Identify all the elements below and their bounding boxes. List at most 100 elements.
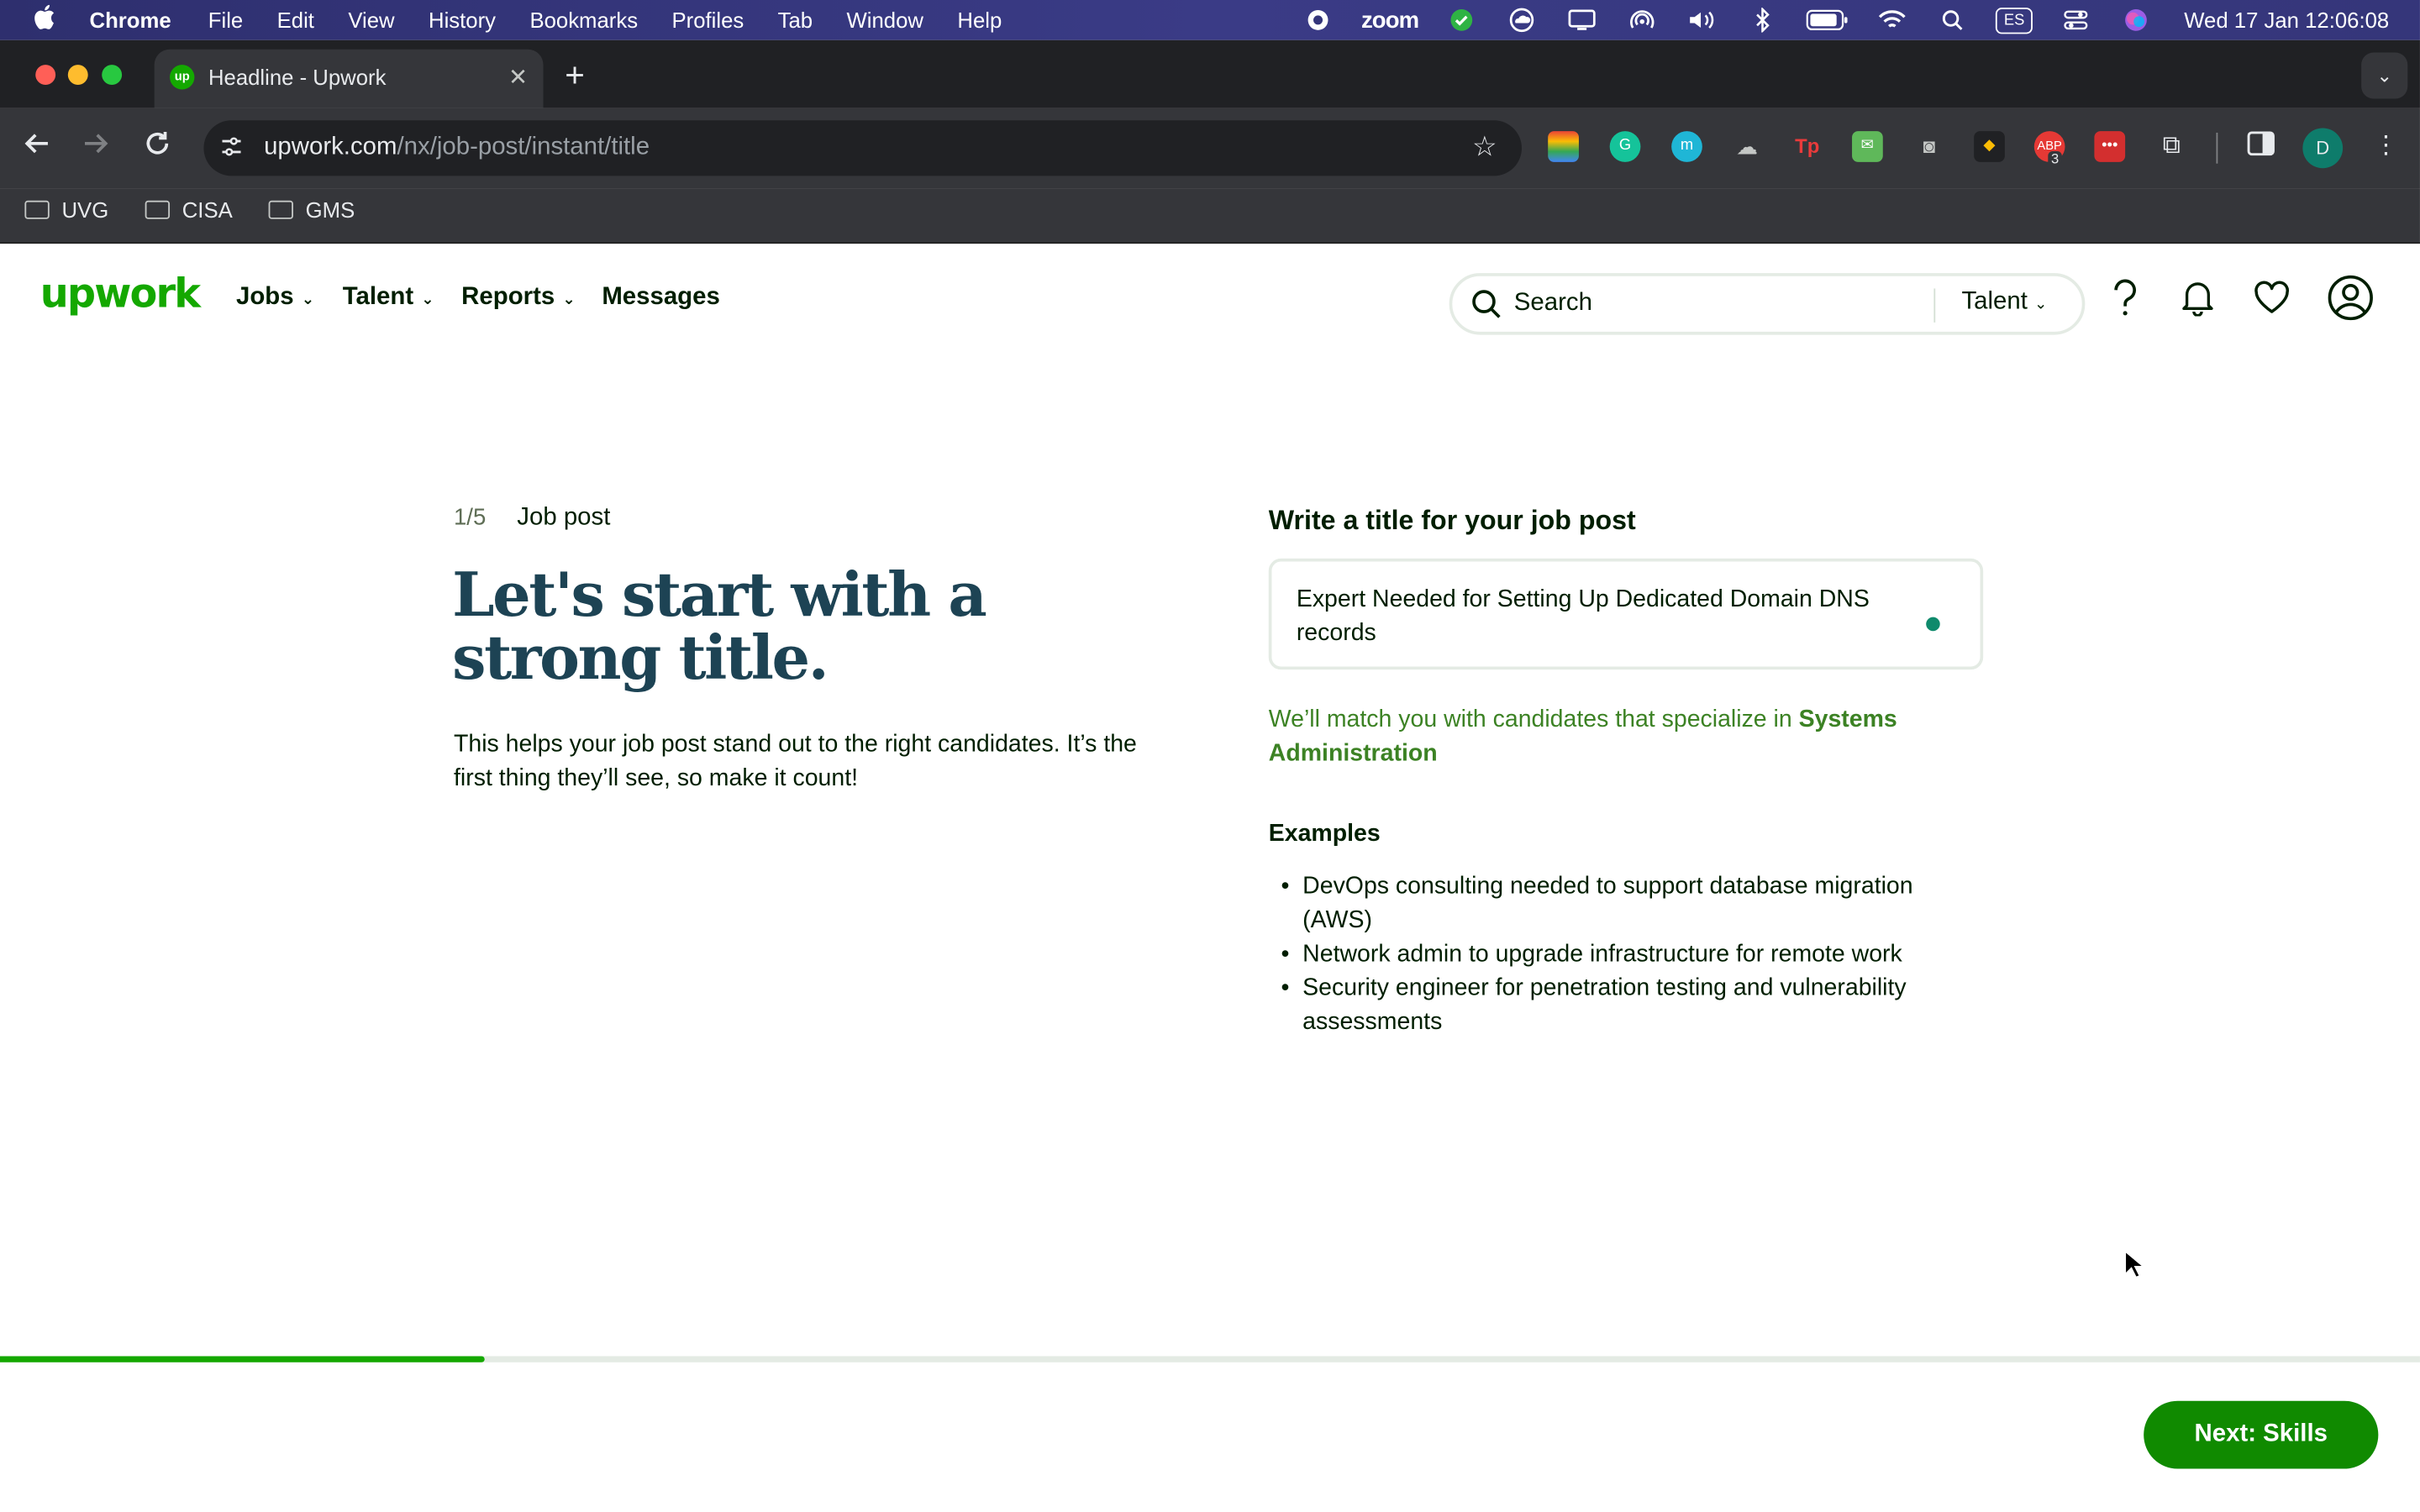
browser-toolbar: upwork.com/nx/job-post/instant/title ☆ G… xyxy=(0,108,2420,189)
example-item: Network admin to upgrade infrastructure … xyxy=(1269,938,1964,972)
side-panel-icon[interactable] xyxy=(2245,131,2276,162)
help-question-icon[interactable] xyxy=(2102,275,2149,321)
battery-icon[interactable] xyxy=(1806,6,1849,34)
mouse-pointer-icon xyxy=(2123,1249,2146,1289)
address-bar[interactable]: upwork.com/nx/job-post/instant/title ☆ xyxy=(203,120,1522,176)
bookmark-label: GMS xyxy=(305,197,355,223)
apple-menu-icon[interactable] xyxy=(0,3,90,37)
notifications-bell-icon[interactable] xyxy=(2175,275,2221,321)
upwork-favicon-icon: up xyxy=(170,65,195,90)
search-divider xyxy=(1933,288,1936,323)
check-circle-icon[interactable] xyxy=(1444,6,1478,34)
menubar-clock[interactable]: Wed 17 Jan 12:06:08 xyxy=(2184,8,2389,32)
header-search: Talent ⌄ xyxy=(1449,273,2086,335)
menu-tab[interactable]: Tab xyxy=(778,8,813,32)
extension-badge-count: 3 xyxy=(2048,150,2062,167)
control-center-icon[interactable] xyxy=(2059,6,2092,34)
window-zoom-button[interactable] xyxy=(102,65,123,86)
display-icon[interactable] xyxy=(1565,6,1599,34)
tab-title: Headline - Upwork xyxy=(208,65,387,90)
nav-talent[interactable]: Talent ⌄ xyxy=(343,284,434,312)
tab-search-chevron-icon[interactable]: ⌄ xyxy=(2361,52,2408,99)
reload-icon[interactable] xyxy=(139,129,176,165)
siri-icon[interactable] xyxy=(2119,6,2153,34)
bookmark-folder-gms[interactable]: GMS xyxy=(268,197,355,223)
nav-talent-label: Talent xyxy=(342,283,414,311)
url-text[interactable]: upwork.com/nx/job-post/instant/title xyxy=(264,134,650,162)
menu-file[interactable]: File xyxy=(208,8,243,32)
mail-extension-icon[interactable]: ✉ xyxy=(1852,131,1883,162)
next-skills-button[interactable]: Next: Skills xyxy=(2144,1400,2379,1469)
toolbar-divider xyxy=(2216,132,2218,164)
tp-extension-icon[interactable]: Tp xyxy=(1791,131,1823,162)
window-minimize-button[interactable] xyxy=(67,65,88,86)
m-extension-icon[interactable]: m xyxy=(1671,131,1702,162)
bookmark-folder-cisa[interactable]: CISA xyxy=(145,197,233,222)
upwork-header: upwork Jobs ⌄ Talent ⌄ Reports ⌄ Messages T… xyxy=(0,244,2420,355)
input-source-badge[interactable]: ES xyxy=(1996,7,2033,34)
step-counter: 1/5 xyxy=(453,504,487,531)
examples-heading: Examples xyxy=(1268,821,1381,848)
nav-jobs[interactable]: Jobs ⌄ xyxy=(236,284,314,312)
url-path: /nx/job-post/instant/title xyxy=(397,134,650,161)
grammarly-status-dot-icon[interactable] xyxy=(1926,617,1940,632)
bookmarks-bar: UVG CISA GMS xyxy=(0,188,2420,244)
example-item: DevOps consulting needed to support data… xyxy=(1269,870,1964,938)
search-scope-label: Talent xyxy=(1961,288,2028,315)
bookmark-label: UVG xyxy=(61,197,109,223)
bluetooth-icon[interactable] xyxy=(1746,6,1780,34)
examples-list: DevOps consulting needed to support data… xyxy=(1269,870,1964,1040)
site-settings-icon[interactable] xyxy=(219,134,244,164)
search-icon xyxy=(1470,288,1501,318)
new-tab-plus-icon[interactable]: + xyxy=(565,55,585,96)
example-item: Security engineer for penetration testin… xyxy=(1269,972,1964,1040)
page-subtext: This helps your job post stand out to th… xyxy=(453,731,1137,792)
dots-extension-icon[interactable]: ••• xyxy=(2094,131,2126,162)
box-extension-icon[interactable]: ◆ xyxy=(1974,131,2005,162)
window-close-button[interactable] xyxy=(35,65,56,86)
spotlight-search-icon[interactable] xyxy=(1936,6,1970,34)
menu-profiles[interactable]: Profiles xyxy=(671,8,744,32)
job-title-value[interactable]: Expert Needed for Setting Up Dedicated D… xyxy=(1297,583,1898,651)
match-message: We’ll match you with candidates that spe… xyxy=(1269,704,1964,772)
menu-bookmarks[interactable]: Bookmarks xyxy=(529,8,638,32)
forward-arrow-icon[interactable] xyxy=(77,129,114,165)
bookmark-star-icon[interactable]: ☆ xyxy=(1472,131,1497,164)
bookmark-label: CISA xyxy=(182,197,233,223)
camera-extension-icon[interactable]: ◙ xyxy=(1914,131,1945,162)
cloud-icon[interactable] xyxy=(1505,6,1539,34)
menu-edit[interactable]: Edit xyxy=(277,8,314,32)
menu-view[interactable]: View xyxy=(348,8,394,32)
grammarly-extension-icon[interactable]: G xyxy=(1609,131,1641,162)
zoom-status-icon[interactable]: zoom xyxy=(1361,6,1419,34)
browser-tab-strip: up Headline - Upwork ✕ + ⌄ xyxy=(0,39,2420,108)
browser-tab-active[interactable]: up Headline - Upwork ✕ xyxy=(154,49,544,108)
chevron-down-icon: ⌄ xyxy=(2034,296,2048,313)
profile-avatar[interactable]: D xyxy=(2302,128,2344,169)
menu-history[interactable]: History xyxy=(429,8,496,32)
upwork-logo[interactable]: upwork xyxy=(40,271,201,318)
menu-window[interactable]: Window xyxy=(847,8,923,32)
wifi-icon[interactable] xyxy=(1876,6,1909,34)
account-avatar-icon[interactable] xyxy=(2328,275,2374,321)
nav-reports[interactable]: Reports ⌄ xyxy=(461,284,576,312)
search-scope-dropdown[interactable]: Talent ⌄ xyxy=(1961,288,2047,316)
tab-close-icon[interactable]: ✕ xyxy=(508,63,528,91)
nav-messages[interactable]: Messages xyxy=(602,284,720,312)
bookmark-folder-uvg[interactable]: UVG xyxy=(24,197,108,222)
job-title-input[interactable]: Expert Needed for Setting Up Dedicated D… xyxy=(1268,558,1984,670)
chrome-menu-kebab-icon[interactable]: ⋮ xyxy=(2370,131,2402,162)
macos-menu-bar: Chrome File Edit View History Bookmarks … xyxy=(0,0,2420,40)
volume-icon[interactable] xyxy=(1686,6,1719,34)
airdrop-icon[interactable] xyxy=(1625,6,1659,34)
search-input[interactable] xyxy=(1513,285,1916,323)
back-arrow-icon[interactable] xyxy=(18,129,55,165)
extensions-puzzle-icon[interactable]: ⧉ xyxy=(2156,131,2187,162)
page-headline: Let's start with a strong title. xyxy=(452,559,987,695)
saved-heart-icon[interactable] xyxy=(2249,275,2295,321)
extension-color-icon[interactable] xyxy=(1548,131,1579,162)
cloud-extension-icon[interactable]: ☁ xyxy=(1732,131,1763,162)
menu-help[interactable]: Help xyxy=(957,8,1002,32)
record-icon[interactable] xyxy=(1301,6,1334,34)
menu-app-name[interactable]: Chrome xyxy=(90,8,171,32)
